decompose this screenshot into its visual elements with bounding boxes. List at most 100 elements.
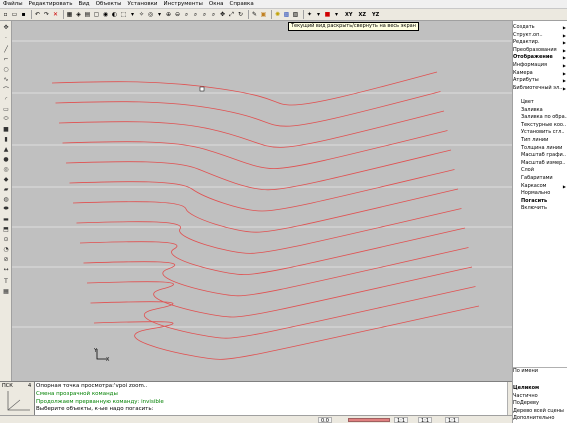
maximize-view-icon[interactable]: ⤢	[228, 11, 235, 18]
panel-item[interactable]: Толщина линии	[521, 145, 567, 153]
loft-icon[interactable]: ⬬	[2, 205, 10, 213]
panel-item[interactable]: Редактир. ▶	[513, 39, 567, 47]
panel-item[interactable]: Нормально	[521, 190, 567, 198]
undo-icon[interactable]: ↶	[34, 11, 41, 18]
panel-item[interactable]: Частично	[513, 393, 567, 401]
panel-item[interactable]: Отображение ▶	[513, 54, 567, 62]
menu-item[interactable]: Окна	[209, 1, 224, 7]
polyline-icon[interactable]: ⌐	[2, 55, 10, 63]
view-xz-button[interactable]: XZ	[358, 12, 365, 18]
panel-item[interactable]: Целиком	[513, 385, 567, 393]
panel-item[interactable]: Масштаб измер..	[521, 160, 567, 168]
command-scrollbar[interactable]	[507, 382, 512, 416]
zoom-slider[interactable]	[348, 418, 390, 422]
view-dropdown-icon[interactable]: ▾	[156, 11, 163, 18]
zoom-out-icon[interactable]: ⊖	[174, 11, 181, 18]
lamp-icon[interactable]: ✺	[274, 11, 281, 18]
menu-item[interactable]: Справка	[230, 1, 254, 7]
curve[interactable]	[79, 227, 466, 276]
panel-item[interactable]: Тип линии	[521, 137, 567, 145]
boolean-icon[interactable]: ⊙	[2, 235, 10, 243]
line-icon[interactable]: ╱	[2, 45, 10, 53]
material-icon[interactable]: ▩	[283, 11, 290, 18]
window-icon[interactable]: ▢	[93, 11, 100, 18]
arc-icon[interactable]: ⌒	[2, 85, 10, 94]
panel-item[interactable]: ПоДереву	[513, 400, 567, 408]
fillet-icon[interactable]: ◔	[2, 245, 10, 253]
redo-icon[interactable]: ↷	[43, 11, 50, 18]
panel-item[interactable]: Установить сгл..	[521, 129, 567, 137]
curve[interactable]	[51, 71, 438, 106]
save-icon[interactable]: ▪	[20, 11, 27, 18]
pen-icon[interactable]: ✎	[251, 11, 258, 18]
new-file-icon[interactable]: ▫	[2, 11, 9, 18]
pan-icon[interactable]: ✥	[219, 11, 226, 18]
panel-item[interactable]: Дополнительно	[513, 415, 567, 423]
panel-item[interactable]: Информация ▶	[513, 62, 567, 70]
pointer-icon[interactable]: ✥	[2, 23, 10, 31]
eye-icon[interactable]: ◎	[147, 11, 154, 18]
grid-icon[interactable]: ▦	[66, 11, 73, 18]
menu-item[interactable]: Редактировать	[29, 1, 73, 7]
box-icon[interactable]: ■	[2, 125, 10, 133]
panel-item[interactable]: Структ.оп.. ▶	[513, 32, 567, 40]
layers-icon[interactable]: ▤	[84, 11, 91, 18]
cylinder-icon[interactable]: ▮	[2, 135, 10, 143]
view-xy-button[interactable]: XY	[345, 12, 352, 18]
panel-item[interactable]: Текстурные коо..	[521, 122, 567, 130]
revolve-icon[interactable]: ◍	[2, 195, 10, 203]
menu-item[interactable]: Объекты	[96, 1, 122, 7]
panel-item[interactable]: Атрибуты ▶	[513, 77, 567, 85]
wedge-icon[interactable]: ◆	[2, 175, 10, 183]
panel-item[interactable]: Камера ▶	[513, 70, 567, 78]
panel-item[interactable]: Масштаб графи..	[521, 152, 567, 160]
stop-icon[interactable]: ■	[324, 11, 331, 18]
open-folder-icon[interactable]: ▭	[11, 11, 18, 18]
command-history[interactable]: Опорная точка просмотра:'vpoi zoom.. Смен…	[36, 383, 512, 416]
panel-item[interactable]: Габаритами	[521, 175, 567, 183]
selection-handle[interactable]	[199, 86, 205, 92]
menu-item[interactable]: Инструменты	[164, 1, 203, 7]
shade-icon[interactable]: ◐	[111, 11, 118, 18]
mesh-icon[interactable]: ⬒	[2, 225, 10, 233]
curve[interactable]	[69, 169, 455, 212]
curve[interactable]	[86, 266, 473, 318]
texture-icon[interactable]: ▧	[292, 11, 299, 18]
render-icon[interactable]: ◈	[75, 11, 82, 18]
point-icon[interactable]: ·	[2, 34, 10, 42]
extrude-icon[interactable]: ▰	[2, 185, 10, 193]
panel-item[interactable]: Слой	[521, 167, 567, 175]
panel-item[interactable]: Каркасом ▶	[521, 183, 567, 191]
panel-item[interactable]: Заливка по обра..	[521, 114, 567, 122]
curve[interactable]	[90, 286, 476, 339]
zoom-window-icon[interactable]: ⌕	[183, 11, 190, 18]
drawing-canvas[interactable]: YX	[12, 21, 512, 381]
hatch-icon[interactable]: ▦	[2, 287, 10, 295]
stop-dropdown-icon[interactable]: ▾	[333, 11, 340, 18]
panel-item[interactable]: Создать ▶	[513, 24, 567, 32]
menu-item[interactable]: Файлы	[3, 1, 23, 7]
cone-icon[interactable]: ▲	[2, 145, 10, 153]
panel-item[interactable]: Цвет	[521, 99, 567, 107]
zoom-prev-icon[interactable]: ⌕	[201, 11, 208, 18]
view-yz-button[interactable]: YZ	[372, 12, 379, 18]
panel-item[interactable]: Погасить	[521, 198, 567, 206]
curve-icon[interactable]: ◜	[2, 95, 10, 103]
spline-icon[interactable]: ∿	[2, 75, 10, 83]
panel-item[interactable]: Преобразования ▶	[513, 47, 567, 55]
menu-item[interactable]: Установки	[127, 1, 157, 7]
zoom-extent-icon[interactable]: ⌕	[210, 11, 217, 18]
pick-dropdown-icon[interactable]: ▾	[129, 11, 136, 18]
panel-item[interactable]: Библиотечный эл.. ▶	[513, 85, 567, 93]
sphere-icon[interactable]: ●	[2, 155, 10, 163]
rectangle-icon[interactable]: ▭	[2, 105, 10, 113]
menu-item[interactable]: Вид	[78, 1, 89, 7]
text-icon[interactable]: T	[2, 277, 10, 285]
wand-icon[interactable]: ✦	[306, 11, 313, 18]
panel-item[interactable]: По имени	[513, 368, 567, 376]
dimension-icon[interactable]: ↔	[2, 265, 10, 273]
panel-item[interactable]: Дерево всей сцены	[513, 408, 567, 416]
curve[interactable]	[83, 247, 469, 297]
surface-icon[interactable]: ▬	[2, 215, 10, 223]
light-icon[interactable]: ◉	[102, 11, 109, 18]
